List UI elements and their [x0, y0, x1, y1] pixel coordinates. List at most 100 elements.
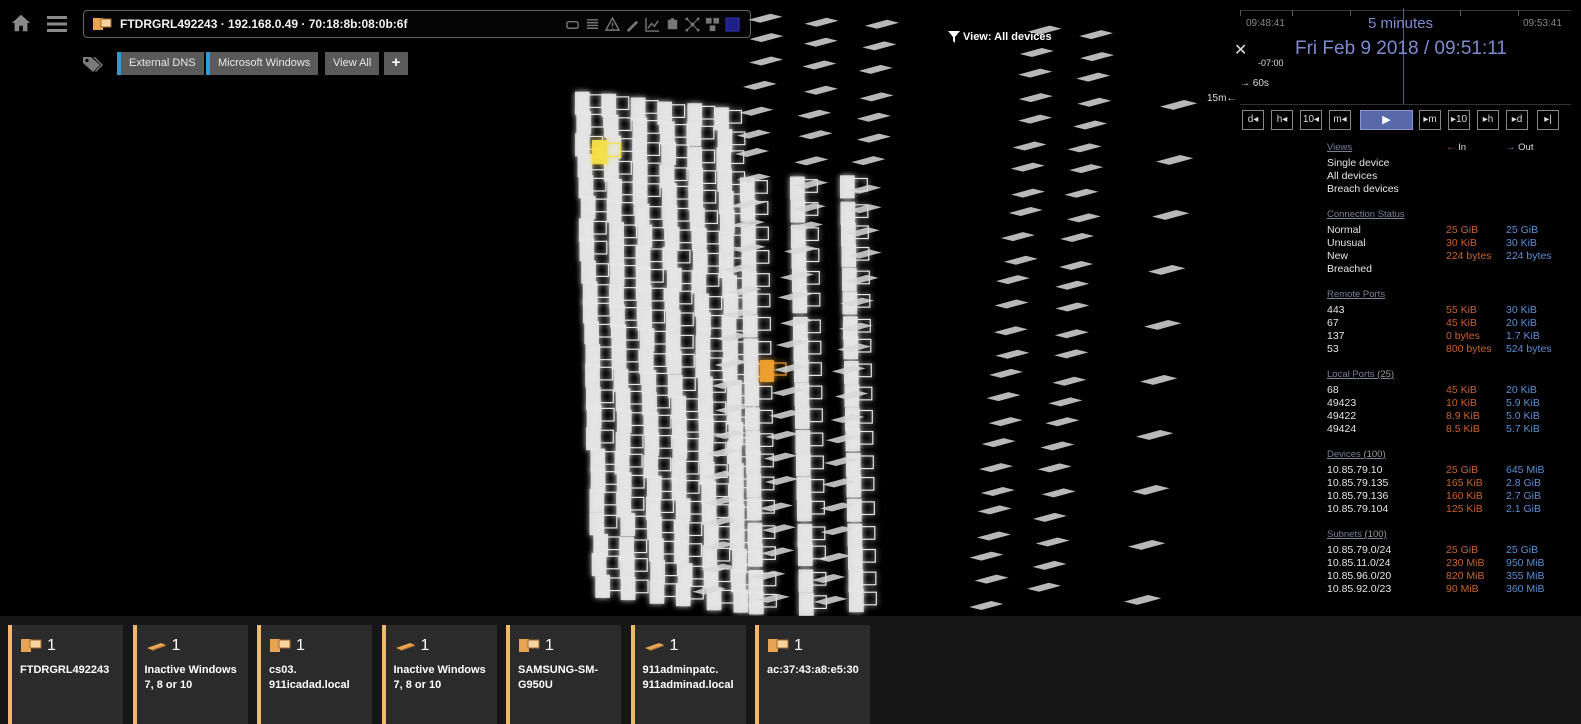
laptop-device-node[interactable]: [988, 417, 1023, 427]
desktop-device-node[interactable]: [620, 577, 649, 601]
device-card[interactable]: 1 Inactive Windows 7, 8 or 10: [381, 625, 497, 724]
devices-title[interactable]: Devices (100): [1327, 449, 1572, 460]
desktop-device-node[interactable]: [595, 574, 624, 598]
laptop-device-node[interactable]: [749, 33, 784, 43]
desktop-device-node[interactable]: [792, 268, 820, 292]
desktop-device-node[interactable]: [649, 580, 678, 604]
laptop-device-node[interactable]: [979, 463, 1014, 473]
laptop-device-node[interactable]: [1010, 188, 1045, 198]
laptop-device-node[interactable]: [798, 130, 833, 140]
laptop-device-node[interactable]: [736, 129, 771, 139]
skip-to-end-button[interactable]: ▸|: [1537, 110, 1559, 130]
laptop-device-node[interactable]: [977, 505, 1012, 515]
desktop-device-node[interactable]: [744, 383, 773, 407]
laptop-device-node[interactable]: [976, 531, 1011, 541]
step-size-label[interactable]: → 60s: [1240, 78, 1269, 89]
desktop-device-node[interactable]: [578, 218, 607, 242]
laptop-device-node[interactable]: [739, 106, 774, 116]
laptop-device-node[interactable]: [988, 368, 1023, 378]
desktop-device-node[interactable]: [692, 228, 720, 252]
desktop-device-node[interactable]: [691, 270, 720, 294]
laptop-device-node[interactable]: [858, 64, 893, 74]
desktop-device-node[interactable]: [589, 489, 618, 513]
desktop-device-node[interactable]: [590, 448, 619, 472]
laptop-device-node[interactable]: [851, 156, 886, 166]
laptop-device-node[interactable]: [986, 392, 1021, 402]
laptop-device-node[interactable]: [1045, 417, 1080, 427]
laptop-device-node[interactable]: [980, 487, 1015, 497]
laptop-device-node[interactable]: [1077, 97, 1112, 107]
step-fwd-day-button[interactable]: ▸d: [1506, 110, 1528, 130]
timeline-duration[interactable]: 5 minutes: [1368, 15, 1433, 32]
desktop-device-node[interactable]: [639, 328, 668, 352]
laptop-device-node[interactable]: [1037, 463, 1072, 473]
add-tag-button[interactable]: +: [384, 52, 408, 75]
laptop-device-node[interactable]: [1018, 114, 1053, 124]
laptop-device-node[interactable]: [811, 573, 846, 583]
menu-icon[interactable]: [46, 14, 68, 34]
laptop-device-node[interactable]: [813, 595, 848, 605]
desktop-device-node[interactable]: [840, 201, 869, 225]
desktop-device-node[interactable]: [589, 512, 618, 536]
laptop-device-node[interactable]: [803, 37, 838, 47]
desktop-device-node[interactable]: [615, 388, 644, 412]
desktop-device-node[interactable]: [687, 103, 716, 127]
laptop-device-node[interactable]: [1032, 512, 1067, 522]
step-fwd-10m-button[interactable]: ▸10: [1448, 110, 1470, 130]
stat-row[interactable]: Breached: [1327, 263, 1572, 276]
tag-external-dns[interactable]: External DNS: [117, 52, 204, 75]
laptop-device-node[interactable]: [1018, 93, 1053, 103]
laptop-device-node[interactable]: [1032, 560, 1067, 570]
stat-row[interactable]: Unusual 30 KiB 30 KiB: [1327, 237, 1572, 250]
laptop-device-node[interactable]: [981, 438, 1016, 448]
laptop-device-node[interactable]: [864, 19, 899, 29]
desktop-device-node[interactable]: [610, 304, 639, 328]
laptop-device-node[interactable]: [1035, 537, 1070, 547]
desktop-device-node[interactable]: [586, 427, 614, 451]
desktop-device-node[interactable]: [635, 245, 664, 269]
laptop-device-node[interactable]: [1060, 233, 1095, 243]
laptop-device-node[interactable]: [1136, 430, 1174, 440]
step-back-day-button[interactable]: d◂: [1242, 110, 1264, 130]
laptop-device-node[interactable]: [1040, 441, 1075, 451]
laptop-device-node[interactable]: [1144, 320, 1182, 330]
laptop-device-node[interactable]: [1052, 376, 1087, 386]
laptop-device-node[interactable]: [856, 112, 891, 122]
desktop-device-node[interactable]: [667, 374, 696, 398]
desktop-device-node[interactable]: [797, 498, 825, 522]
desktop-device-node[interactable]: [580, 195, 609, 220]
desktop-device-node[interactable]: [674, 519, 703, 543]
laptop-device-node[interactable]: [1010, 162, 1045, 172]
laptop-device-node[interactable]: [760, 547, 795, 557]
desktop-device-node[interactable]: [790, 176, 818, 200]
laptop-device-node[interactable]: [1132, 485, 1170, 495]
stat-row[interactable]: 443 55 KiB 30 KiB: [1327, 304, 1572, 317]
laptop-device-node[interactable]: [1055, 280, 1090, 290]
desktop-device-node[interactable]: [591, 553, 620, 577]
laptop-device-node[interactable]: [856, 133, 891, 143]
desktop-device-node[interactable]: [619, 555, 648, 579]
stat-row[interactable]: Normal 25 GiB 25 GiB: [1327, 224, 1572, 237]
desktop-device-node[interactable]: [794, 359, 822, 383]
laptop-device-node[interactable]: [969, 551, 1004, 561]
laptop-device-node[interactable]: [1152, 210, 1190, 220]
desktop-device-node[interactable]: [675, 583, 704, 607]
desktop-device-node[interactable]: [609, 262, 638, 286]
desktop-device-node[interactable]: [716, 147, 745, 171]
desktop-device-node[interactable]: [609, 221, 638, 246]
laptop-device-node[interactable]: [1073, 120, 1108, 130]
tag-microsoft-windows[interactable]: Microsoft Windows: [206, 52, 319, 75]
laptop-device-node[interactable]: [1000, 232, 1035, 242]
laptop-device-node[interactable]: [802, 60, 837, 70]
device-card[interactable]: 1 911adminpatc. 911adminad.local: [630, 625, 746, 724]
laptop-device-node[interactable]: [995, 275, 1030, 285]
view-breach-devices[interactable]: Breach devices: [1327, 183, 1572, 196]
desktop-device-node[interactable]: [585, 343, 614, 368]
laptop-device-node[interactable]: [794, 156, 829, 166]
laptop-device-node[interactable]: [1140, 375, 1178, 385]
desktop-device-node[interactable]: [646, 475, 675, 499]
laptop-device-node[interactable]: [804, 17, 839, 27]
stat-row[interactable]: 10.85.79.0/24 25 GiB 25 GiB: [1327, 544, 1572, 557]
laptop-device-node[interactable]: [1026, 582, 1061, 592]
stat-row[interactable]: 53 800 bytes 524 bytes: [1327, 343, 1572, 356]
